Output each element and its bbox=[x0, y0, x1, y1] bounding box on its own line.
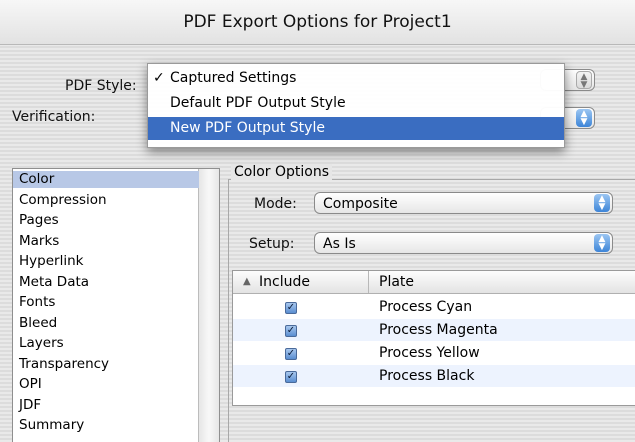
menu-item[interactable]: ✓ Captured Settings bbox=[148, 67, 564, 90]
window-title: PDF Export Options for Project1 bbox=[0, 0, 635, 45]
sort-arrows-icon[interactable]: ▲ bbox=[243, 271, 251, 293]
include-checkbox[interactable]: ✓ bbox=[285, 302, 297, 314]
mode-value: Composite bbox=[323, 196, 398, 212]
category-item[interactable]: Bleed bbox=[13, 315, 199, 332]
pdf-style-menu: ✓ Captured Settings Default PDF Output Sty… bbox=[147, 63, 565, 148]
updown-arrows-icon: ▲ ▼ bbox=[594, 194, 610, 212]
mode-popup[interactable]: Composite ▲ ▼ bbox=[314, 192, 613, 214]
category-item[interactable]: Fonts bbox=[13, 294, 199, 311]
category-item[interactable]: OPI bbox=[13, 376, 199, 393]
category-item[interactable]: Layers bbox=[13, 335, 199, 352]
pdf-export-options-dialog: PDF Export Options for Project1 PDF Styl… bbox=[0, 0, 635, 442]
category-item[interactable]: Pages bbox=[13, 212, 199, 229]
category-item[interactable]: Color bbox=[13, 171, 199, 188]
category-item[interactable]: Compression bbox=[13, 192, 199, 209]
menu-item[interactable]: Default PDF Output Style bbox=[148, 92, 564, 115]
include-checkbox[interactable]: ✓ bbox=[285, 325, 297, 337]
category-item[interactable]: JDF bbox=[13, 397, 199, 414]
list-scrollbar[interactable] bbox=[198, 169, 219, 442]
category-item[interactable]: Summary bbox=[13, 417, 199, 434]
table-header: ▲ Include Plate bbox=[233, 271, 635, 294]
category-list[interactable]: Color Compression Pages Marks Hyperlink Meta … bbox=[12, 168, 220, 442]
updown-arrows-icon: ▲ ▼ bbox=[576, 109, 592, 127]
setup-popup[interactable]: As Is ▲ ▼ bbox=[314, 232, 613, 254]
mode-label: Mode: bbox=[254, 196, 297, 212]
setup-label: Setup: bbox=[249, 236, 295, 252]
column-divider bbox=[368, 271, 369, 293]
pdf-style-label: PDF Style: bbox=[65, 78, 137, 94]
table-row[interactable]: ✓ Process Cyan bbox=[233, 296, 635, 318]
include-checkbox[interactable]: ✓ bbox=[285, 371, 297, 383]
updown-arrows-icon: ▲ ▼ bbox=[576, 71, 592, 90]
plate-name: Process Magenta bbox=[379, 322, 498, 338]
plate-name: Process Cyan bbox=[379, 299, 473, 315]
updown-arrows-icon: ▲ ▼ bbox=[594, 234, 610, 252]
column-header-plate[interactable]: Plate bbox=[379, 271, 414, 293]
plate-name: Process Yellow bbox=[379, 345, 480, 361]
table-row[interactable]: ✓ Process Black bbox=[233, 365, 635, 387]
include-checkbox[interactable]: ✓ bbox=[285, 348, 297, 360]
table-row[interactable]: ✓ Process Yellow bbox=[233, 342, 635, 364]
table-row[interactable]: ✓ Process Magenta bbox=[233, 319, 635, 341]
menu-item-label: New PDF Output Style bbox=[170, 120, 325, 136]
menu-item-label: Captured Settings bbox=[170, 70, 297, 86]
plates-table: ▲ Include Plate ✓ Process Cyan ✓ Process Ma… bbox=[232, 270, 635, 406]
category-item[interactable]: Meta Data bbox=[13, 274, 199, 291]
plate-name: Process Black bbox=[379, 368, 475, 384]
category-item[interactable]: Transparency bbox=[13, 356, 199, 373]
verification-label: Verification: bbox=[12, 109, 96, 125]
checkmark-icon: ✓ bbox=[153, 70, 165, 86]
menu-item-label: Default PDF Output Style bbox=[170, 95, 346, 111]
menu-item[interactable]: New PDF Output Style bbox=[148, 117, 564, 140]
group-title: Color Options bbox=[231, 164, 333, 180]
setup-value: As Is bbox=[323, 236, 356, 252]
category-item[interactable]: Hyperlink bbox=[13, 253, 199, 270]
category-item[interactable]: Marks bbox=[13, 233, 199, 250]
column-header-include[interactable]: Include bbox=[259, 271, 310, 293]
